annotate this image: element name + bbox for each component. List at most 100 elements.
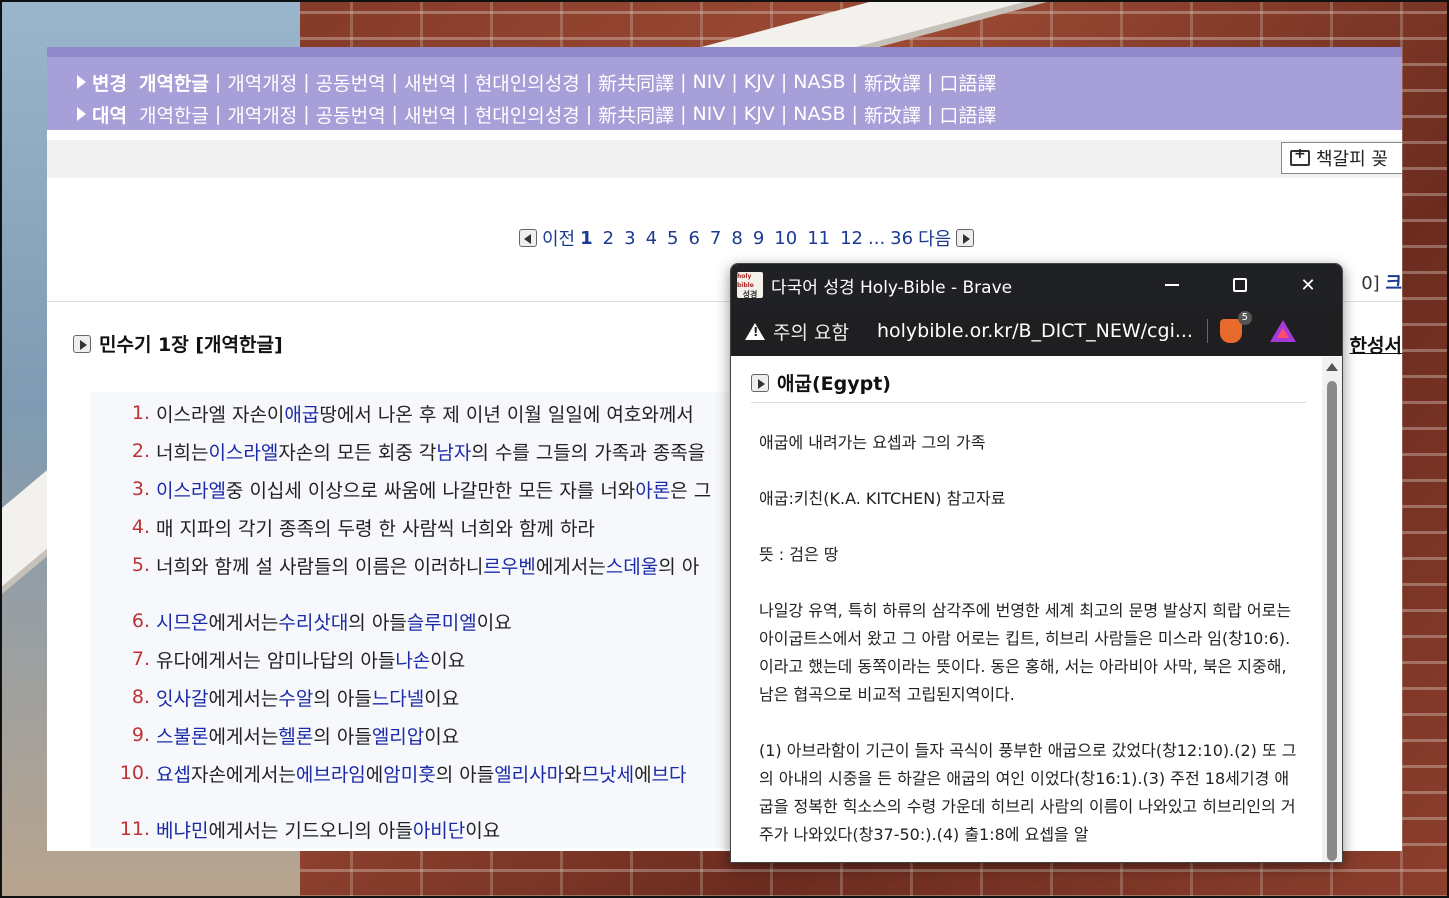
separator: |	[731, 71, 738, 93]
dictionary-link[interactable]: 아론	[635, 476, 670, 503]
address-bar: 주의 요함 holybible.or.kr/B_DICT_NEW/cgi... …	[731, 306, 1342, 356]
version-link[interactable]: 新改譯	[864, 101, 921, 128]
prev-arrow-icon[interactable]	[519, 229, 537, 247]
brave-shields-icon[interactable]: 5	[1219, 311, 1252, 343]
version-link[interactable]: 현대인의성경	[475, 69, 580, 96]
page-link[interactable]: 8	[731, 228, 742, 249]
page-link[interactable]: 7	[710, 228, 721, 249]
brave-rewards-icon[interactable]	[1269, 320, 1296, 342]
version-link[interactable]: NASB	[793, 103, 845, 125]
dictionary-link[interactable]: 시므온	[156, 608, 208, 635]
url-field[interactable]: holybible.or.kr/B_DICT_NEW/cgi...	[877, 320, 1195, 342]
popup-content: 애굽(Egypt) 애굽에 내려가는 요셉과 그의 가족 애굽:키친(K.A. …	[731, 357, 1324, 862]
dictionary-link[interactable]: 브다	[652, 760, 687, 787]
version-link[interactable]: 공동번역	[316, 101, 386, 128]
version-bar: 변경 개역한글 | 개역개정 | 공동번역 | 새번역 | 현대인의성경 | 新共同譯 | NIV | KJ…	[47, 57, 1402, 130]
separator: |	[214, 103, 222, 125]
dictionary-link[interactable]: 베냐민	[156, 816, 208, 843]
play-icon[interactable]	[73, 334, 91, 353]
separator: |	[780, 103, 788, 125]
dictionary-link[interactable]: 이스라엘	[208, 438, 278, 465]
verse-text: 에게서는	[535, 555, 606, 578]
scrollbar[interactable]	[1322, 357, 1342, 862]
entry-paragraph: 애굽:키친(K.A. KITCHEN) 참고자료	[759, 489, 1006, 508]
entry-paragraph: 나일강 유역, 특히 하류의 삼각주에 번영한 세계 최고의 문명 발상지 희랍…	[759, 601, 1292, 704]
bookmark-button[interactable]: 책갈피 꽂	[1281, 142, 1402, 174]
version-link[interactable]: 개역한글	[139, 69, 209, 96]
dictionary-link[interactable]: 엘리사마	[494, 760, 564, 787]
separator: |	[780, 71, 788, 93]
page-link[interactable]: 10	[774, 228, 797, 249]
separator: |	[303, 103, 310, 125]
play-icon[interactable]	[751, 373, 769, 392]
version-link[interactable]: NIV	[693, 71, 726, 93]
entry-paragraph: 뜻 : 검은 땅	[759, 545, 839, 564]
dictionary-link[interactable]: 수리삿대	[278, 608, 348, 635]
version-link[interactable]: NIV	[693, 103, 726, 125]
page-link[interactable]: 1	[580, 228, 593, 249]
scroll-thumb[interactable]	[1327, 381, 1337, 861]
version-link[interactable]: 개역개정	[227, 101, 297, 128]
warning-icon[interactable]	[745, 322, 765, 340]
version-link[interactable]: 개역한글	[139, 101, 209, 128]
dictionary-link[interactable]: 엘리압	[372, 722, 424, 749]
verse-text: 너희는	[156, 441, 209, 464]
version-link[interactable]: 新改譯	[864, 69, 921, 96]
version-link[interactable]: 口語譯	[939, 69, 996, 96]
version-link[interactable]: 新共同譯	[598, 69, 674, 96]
dictionary-link[interactable]: 나손	[395, 646, 430, 673]
dictionary-link[interactable]: 수알	[278, 684, 313, 711]
dictionary-link[interactable]: 스불론	[156, 722, 208, 749]
page-link[interactable]: 11	[807, 228, 830, 249]
page-link[interactable]: 5	[667, 228, 678, 249]
close-button[interactable]: ✕	[1274, 264, 1342, 306]
page-link[interactable]: 6	[688, 228, 699, 249]
dictionary-link[interactable]: 느다넬	[372, 684, 424, 711]
separator: |	[926, 71, 934, 93]
dictionary-link[interactable]: 스데울	[606, 552, 658, 579]
version-link[interactable]: 口語譯	[939, 101, 996, 128]
dictionary-link[interactable]: 이스라엘	[156, 476, 226, 503]
scroll-up-icon[interactable]	[1326, 363, 1338, 371]
verse-text: 의 수를 그들의 가족과 종족을	[471, 441, 706, 464]
version-link[interactable]: KJV	[744, 71, 775, 93]
version-link[interactable]: KJV	[744, 103, 775, 125]
next-link[interactable]: 다음	[918, 225, 951, 251]
next-arrow-icon[interactable]	[956, 229, 975, 247]
dictionary-link[interactable]: 암미훗	[383, 760, 435, 787]
version-link[interactable]: 개역개정	[227, 69, 297, 96]
separator: |	[585, 71, 593, 93]
dictionary-link[interactable]: 므낫세	[582, 760, 634, 787]
version-link[interactable]: 새번역	[404, 101, 456, 128]
verse-list: 1. 이스라엘 자손이 애굽 땅에서 나온 후 제 이년 이월 일일에 여호와께서…	[90, 392, 790, 848]
dictionary-link[interactable]: 애굽	[284, 400, 319, 427]
security-warning[interactable]: 주의 요함	[773, 318, 849, 345]
dictionary-link[interactable]: 르우벤	[483, 552, 535, 579]
minimize-button[interactable]	[1138, 264, 1206, 306]
verse-row: 11. 베냐민 에게서는 기드오니의 아들 아비단 이요	[90, 810, 790, 848]
shields-count-badge: 5	[1237, 311, 1252, 325]
maximize-button[interactable]	[1206, 264, 1274, 306]
version-link[interactable]: 新共同譯	[598, 101, 674, 128]
prev-link[interactable]: 이전	[542, 225, 575, 251]
page-link[interactable]: 4	[646, 228, 657, 249]
page-link[interactable]: 36	[890, 228, 913, 249]
dictionary-link[interactable]: 에브라임	[296, 760, 366, 787]
dictionary-link[interactable]: 요셉	[156, 760, 191, 787]
version-link[interactable]: 현대인의성경	[475, 101, 580, 128]
version-link[interactable]: NASB	[793, 71, 845, 93]
page-link[interactable]: 12	[840, 228, 863, 249]
verse-text: 에게서는	[208, 687, 279, 710]
dictionary-link[interactable]: 남자	[436, 438, 471, 465]
dictionary-link[interactable]: 헬론	[278, 722, 313, 749]
dictionary-link[interactable]: 잇사갈	[156, 684, 208, 711]
page-link[interactable]: 9	[753, 228, 764, 249]
version-link[interactable]: 공동번역	[316, 69, 386, 96]
right-edge-link[interactable]: 한성서	[1350, 331, 1402, 358]
entry-paragraph: (1) 아브라함이 기근이 들자 곡식이 풍부한 애굽으로 갔었다(창12:10…	[759, 741, 1297, 844]
page-link[interactable]: 3	[624, 228, 635, 249]
dictionary-link[interactable]: 슬루미엘	[407, 608, 477, 635]
page-link[interactable]: 2	[603, 228, 614, 249]
version-link[interactable]: 새번역	[404, 69, 456, 96]
dictionary-link[interactable]: 아비단	[413, 816, 465, 843]
